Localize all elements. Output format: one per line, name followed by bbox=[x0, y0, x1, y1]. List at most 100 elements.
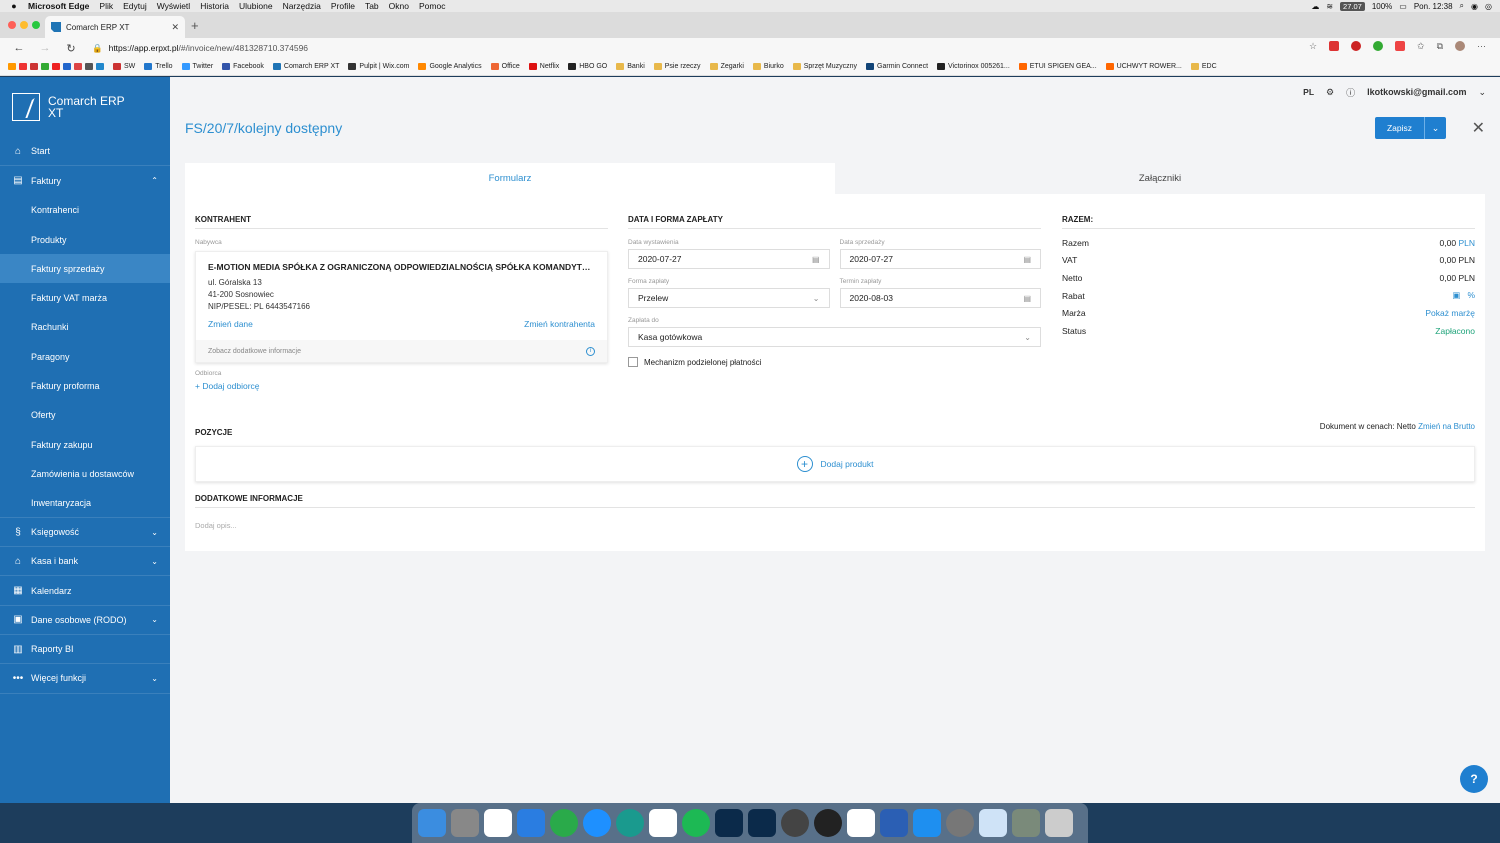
bookmark-garmin[interactable]: Garmin Connect bbox=[866, 63, 928, 70]
more-info-link[interactable]: Zobacz dodatkowe informacje bbox=[208, 348, 301, 355]
bookmark-folder-edc[interactable]: EDC bbox=[1190, 63, 1217, 70]
sidebar-item-ksiegowosc[interactable]: § Księgowość ⌄ bbox=[0, 518, 170, 548]
bookmark-folder-sprzet[interactable]: Sprzęt Muzyczny bbox=[792, 63, 857, 70]
clock[interactable]: Pon. 12:38 bbox=[1414, 2, 1453, 11]
close-window-icon[interactable] bbox=[8, 21, 16, 29]
language-switch[interactable]: PL bbox=[1303, 87, 1314, 97]
zoom-window-icon[interactable] bbox=[32, 21, 40, 29]
status-value[interactable]: Zapłacono bbox=[1435, 326, 1475, 336]
pocket-icon[interactable] bbox=[1395, 41, 1406, 51]
bookmark-analytics[interactable]: Google Analytics bbox=[418, 63, 482, 70]
sidebar-item-produkty[interactable]: Produkty bbox=[0, 225, 170, 254]
bookmark-office[interactable]: Office bbox=[490, 63, 520, 70]
change-data-link[interactable]: Zmień dane bbox=[208, 319, 253, 329]
photoshop-icon[interactable] bbox=[715, 809, 743, 837]
menu-ulubione[interactable]: Ulubione bbox=[239, 1, 273, 11]
payment-method-select[interactable]: Przelew ⌄ bbox=[628, 288, 830, 308]
sidebar-item-faktury-vat-marza[interactable]: Faktury VAT marża bbox=[0, 283, 170, 312]
photos-stack-icon[interactable] bbox=[1012, 809, 1040, 837]
back-icon[interactable]: ← bbox=[12, 42, 26, 54]
help-button[interactable]: ? bbox=[1460, 765, 1488, 793]
menu-edytuj[interactable]: Edytuj bbox=[123, 1, 147, 11]
settings-gear-icon[interactable]: ⚙ bbox=[1326, 87, 1334, 98]
cloud-icon[interactable]: ☁ bbox=[1311, 2, 1319, 11]
sidebar-item-start[interactable]: ⌂ Start bbox=[0, 137, 170, 167]
info-icon[interactable]: ⓘ bbox=[1346, 86, 1355, 99]
bookmark-folder-biurko[interactable]: Biurko bbox=[752, 63, 784, 70]
info-circle-icon[interactable]: i bbox=[586, 346, 595, 356]
pencil-app-icon[interactable] bbox=[517, 809, 545, 837]
evernote-ext-icon[interactable] bbox=[1373, 41, 1384, 51]
sidebar-item-faktury-sprzedazy[interactable]: Faktury sprzedaży bbox=[0, 254, 170, 284]
sidebar-item-faktury-proforma[interactable]: Faktury proforma bbox=[0, 371, 170, 400]
more-menu-icon[interactable]: ··· bbox=[1477, 41, 1486, 51]
bookmark-netflix[interactable]: Netflix bbox=[528, 63, 559, 70]
lightroom-icon[interactable] bbox=[748, 809, 776, 837]
sidebar-item-rachunki[interactable]: Rachunki bbox=[0, 313, 170, 342]
issue-date-field[interactable]: 2020-07-27 ▤ bbox=[628, 249, 830, 269]
sidebar-item-oferty[interactable]: Oferty bbox=[0, 401, 170, 430]
menu-plik[interactable]: Plik bbox=[99, 1, 113, 11]
discount-percent-link[interactable]: % bbox=[1467, 290, 1475, 300]
spotlight-icon[interactable]: ⌕ bbox=[1460, 1, 1464, 11]
add-product-button[interactable]: + Dodaj produkt bbox=[195, 446, 1475, 482]
launchpad-icon[interactable] bbox=[451, 809, 479, 837]
skype-icon[interactable] bbox=[814, 809, 842, 837]
favorites-icon[interactable]: ✩ bbox=[1417, 41, 1425, 51]
collections-icon[interactable]: ⧉ bbox=[1437, 41, 1443, 51]
menu-pomoc[interactable]: Pomoc bbox=[419, 1, 445, 11]
battery-icon[interactable]: ▭ bbox=[1399, 2, 1407, 11]
calendar-icon[interactable]: ▤ bbox=[812, 255, 820, 264]
save-options-chevron-icon[interactable]: ⌄ bbox=[1424, 117, 1446, 139]
bookmark-facebook[interactable]: Facebook bbox=[222, 63, 264, 70]
description-input[interactable]: Dodaj opis... bbox=[195, 521, 237, 530]
siri-icon[interactable]: ◎ bbox=[1485, 2, 1492, 11]
downloads-folder-icon[interactable] bbox=[979, 809, 1007, 837]
switch-brutto-link[interactable]: Zmień na Brutto bbox=[1418, 422, 1475, 431]
menu-okno[interactable]: Okno bbox=[389, 1, 409, 11]
bookmark-trello[interactable]: Trello bbox=[144, 63, 173, 70]
tab-zalaczniki[interactable]: Załączniki bbox=[835, 163, 1485, 194]
slack-icon[interactable] bbox=[649, 809, 677, 837]
spotify-icon[interactable] bbox=[682, 809, 710, 837]
bookmark-wix[interactable]: Pulpit | Wix.com bbox=[348, 63, 409, 70]
bookmark-folder-banki[interactable]: Banki bbox=[616, 63, 645, 70]
app-store-icon[interactable] bbox=[913, 809, 941, 837]
menu-historia[interactable]: Historia bbox=[200, 1, 229, 11]
davinci-icon[interactable] bbox=[781, 809, 809, 837]
user-email[interactable]: lkotkowski@gmail.com bbox=[1367, 87, 1466, 97]
extension-red-icon[interactable] bbox=[1329, 41, 1340, 51]
sidebar-item-kontrahenci[interactable]: Kontrahenci bbox=[0, 196, 170, 225]
calendar-app-icon[interactable] bbox=[484, 809, 512, 837]
show-margin-link[interactable]: Pokaż marżę bbox=[1425, 308, 1475, 318]
sidebar-item-kalendarz[interactable]: ▦ Kalendarz bbox=[0, 576, 170, 606]
sale-date-field[interactable]: 2020-07-27 ▤ bbox=[839, 249, 1041, 269]
finder-icon[interactable] bbox=[418, 809, 446, 837]
control-center-icon[interactable]: ◉ bbox=[1471, 2, 1478, 11]
forward-icon[interactable]: → bbox=[38, 42, 52, 54]
calendar-icon[interactable]: ▤ bbox=[1023, 294, 1031, 303]
close-tab-icon[interactable]: ✕ bbox=[171, 22, 179, 33]
logo[interactable]: Comarch ERP XT bbox=[0, 77, 170, 137]
apple-icon[interactable]: ● bbox=[0, 1, 28, 11]
system-preferences-icon[interactable] bbox=[946, 809, 974, 837]
trash-icon[interactable] bbox=[1045, 809, 1073, 837]
evernote-icon[interactable] bbox=[550, 809, 578, 837]
bookmark-hbo[interactable]: HBO GO bbox=[568, 63, 607, 70]
sidebar-item-inwentaryzacja[interactable]: Inwentaryzacja bbox=[0, 489, 170, 518]
paid-to-select[interactable]: Kasa gotówkowa ⌄ bbox=[628, 327, 1041, 347]
bookmark-sw[interactable]: SW bbox=[113, 63, 135, 70]
bookmark-comarch[interactable]: Comarch ERP XT bbox=[272, 63, 339, 70]
split-payment-checkbox[interactable] bbox=[628, 357, 638, 367]
bookmark-twitter[interactable]: Twitter bbox=[181, 63, 213, 70]
bookmark-folder-zegarki[interactable]: Zegarki bbox=[709, 63, 744, 70]
bookmark-icons-group[interactable] bbox=[8, 63, 104, 70]
user-menu-chevron-icon[interactable]: ⌄ bbox=[1478, 87, 1486, 98]
sidebar-item-wiecej-funkcji[interactable]: ••• Więcej funkcji ⌄ bbox=[0, 664, 170, 694]
save-button[interactable]: Zapisz bbox=[1374, 117, 1424, 139]
ia-writer-icon[interactable] bbox=[847, 809, 875, 837]
close-icon[interactable]: ✕ bbox=[1472, 118, 1485, 138]
sidebar-item-faktury[interactable]: ▤ Faktury ⌃ bbox=[0, 166, 170, 195]
favorite-star-icon[interactable]: ☆ bbox=[1309, 41, 1317, 51]
calendar-icon[interactable]: ▤ bbox=[1023, 255, 1031, 264]
